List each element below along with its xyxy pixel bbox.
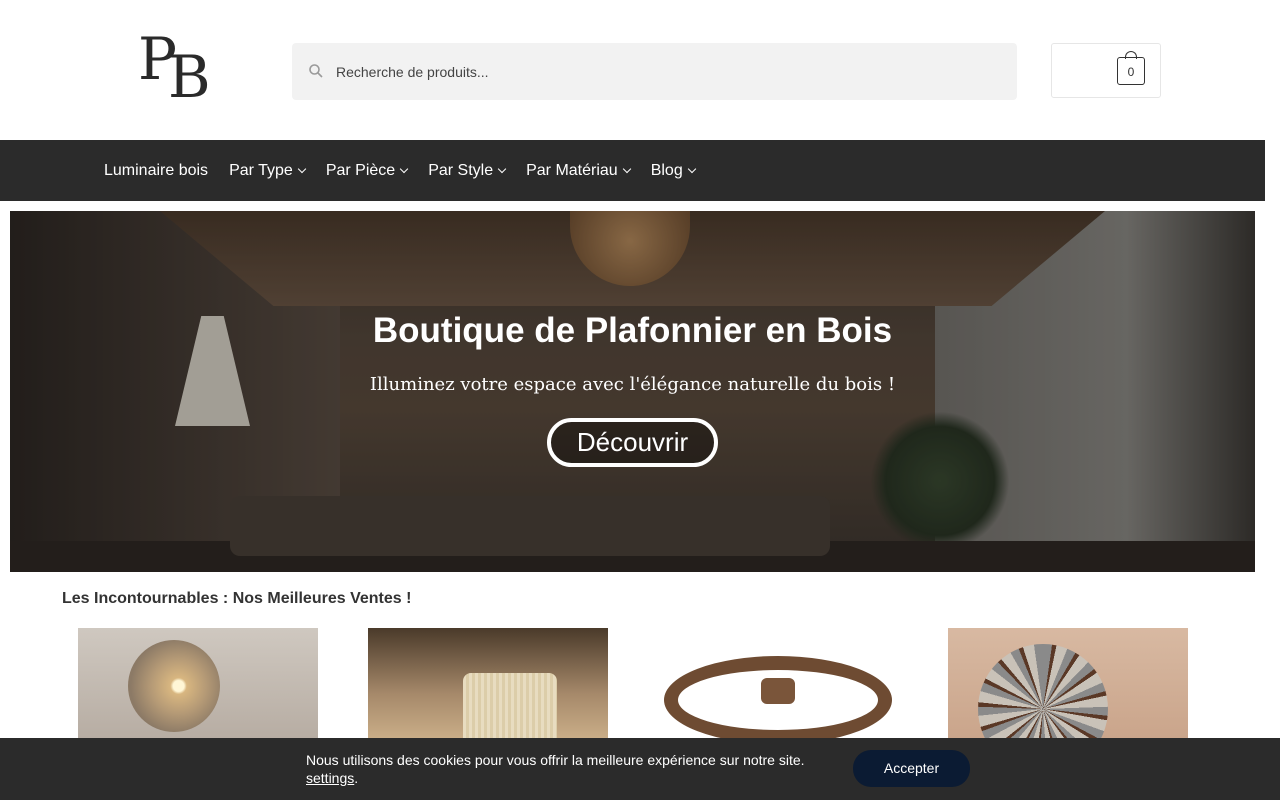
site-logo[interactable]: P B (138, 30, 218, 110)
nav-item-label: Blog (650, 161, 683, 179)
nav-item-luminaire-bois[interactable]: Luminaire bois (104, 162, 208, 180)
hero-subtitle: Illuminez votre espace avec l'élégance n… (369, 374, 896, 395)
nav-item-label: Par Type (229, 161, 293, 179)
site-header: P B 0 (0, 0, 1280, 140)
chevron-down-icon (622, 164, 631, 173)
product-table-lamp-visual (463, 673, 557, 738)
main-navigation: Luminaire bois Par Type Par Pièce Par St… (0, 140, 1265, 201)
product-wheel-hub (761, 678, 795, 704)
search-bar (292, 43, 1017, 100)
hero-banner: Boutique de Plafonnier en Bois Illuminez… (10, 211, 1255, 572)
discover-button[interactable]: Découvrir (547, 418, 718, 467)
nav-item-par-piece[interactable]: Par Pièce (325, 161, 409, 180)
cart-count: 0 (1127, 65, 1135, 79)
chevron-down-icon (497, 164, 507, 173)
bestsellers-title: Les Incontournables : Nos Meilleures Ven… (62, 590, 412, 607)
cookie-settings-suffix: . (354, 770, 359, 786)
nav-item-label: Par Pièce (325, 161, 396, 179)
chevron-down-icon (399, 164, 409, 173)
search-input[interactable] (328, 43, 988, 100)
cookie-text: Nous utilisons des cookies pour vous off… (306, 752, 805, 768)
product-image[interactable] (948, 628, 1188, 738)
nav-item-par-style[interactable]: Par Style (428, 161, 507, 180)
chevron-down-icon (687, 164, 696, 173)
product-grid (78, 628, 1188, 738)
logo-letter-b: B (168, 43, 211, 111)
nav-item-blog[interactable]: Blog (650, 161, 696, 180)
nav-item-label: Par Style (428, 161, 494, 179)
nav-item-label: Luminaire bois (104, 161, 209, 179)
nav-item-par-materiau[interactable]: Par Matériau (526, 161, 631, 180)
cookie-message: Nous utilisons des cookies pour vous off… (306, 751, 805, 787)
cookie-banner: Nous utilisons des cookies pour vous off… (0, 738, 1280, 800)
shopping-bag-icon: 0 (1117, 51, 1145, 85)
search-icon[interactable] (308, 63, 324, 79)
cart-button[interactable]: 0 (1051, 43, 1161, 98)
product-image[interactable] (658, 628, 898, 738)
chevron-down-icon (297, 164, 307, 173)
cookie-settings-link[interactable]: settings (306, 770, 354, 786)
product-windmill-decor-visual (978, 644, 1108, 738)
hero-title: Boutique de Plafonnier en Bois (372, 311, 893, 350)
product-wall-lamp-visual (128, 640, 220, 732)
nav-item-label: Par Matériau (526, 161, 618, 179)
accept-cookies-button[interactable]: Accepter (853, 750, 970, 787)
nav-item-par-type[interactable]: Par Type (229, 161, 307, 180)
product-image[interactable] (78, 628, 318, 738)
product-image[interactable] (368, 628, 608, 738)
